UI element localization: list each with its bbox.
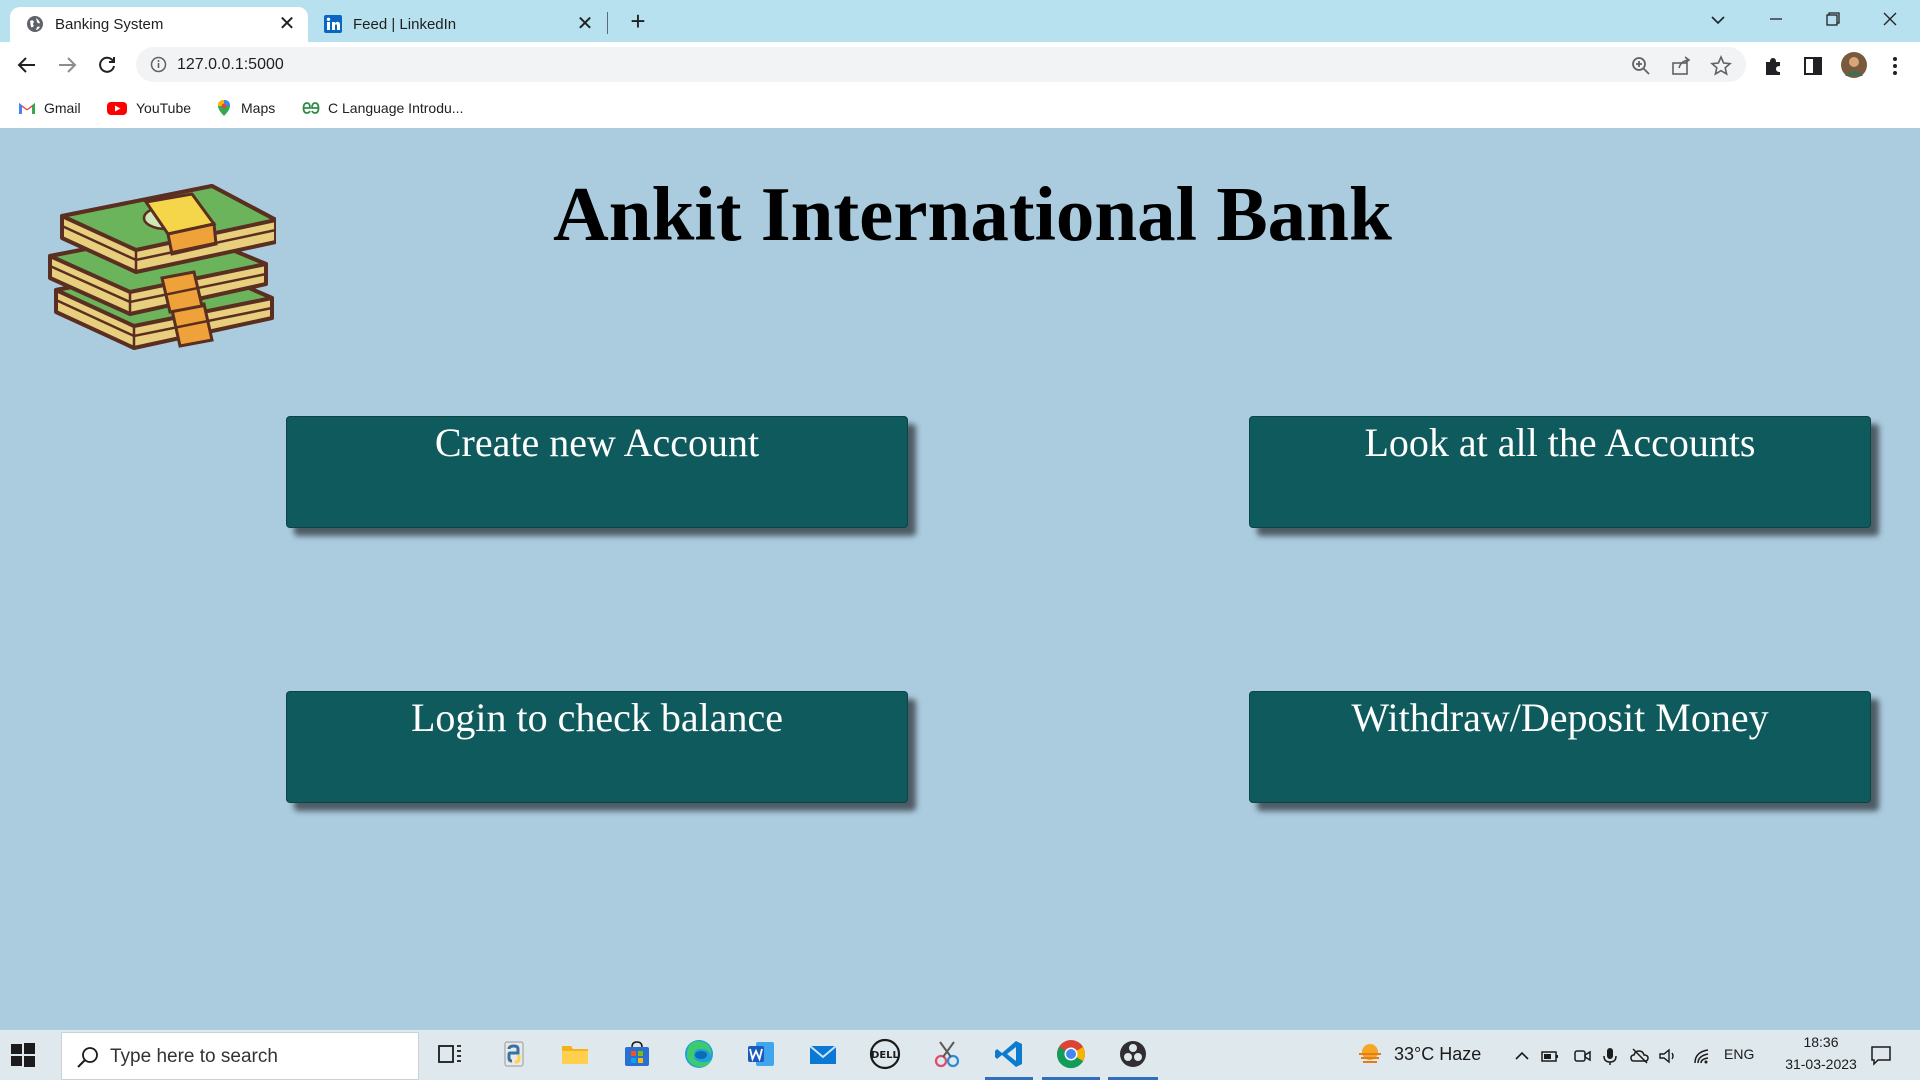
- battery-icon[interactable]: [1540, 1046, 1560, 1066]
- taskbar-search-box[interactable]: Type here to search: [61, 1032, 419, 1080]
- snipping-tool-icon[interactable]: [930, 1037, 964, 1071]
- profile-avatar[interactable]: [1840, 51, 1868, 79]
- bookmarks-bar: Gmail YouTube Maps C Language Introdu...: [0, 88, 1920, 128]
- tab-title: Banking System: [55, 16, 164, 33]
- bank-title: Ankit International Bank: [553, 171, 1392, 257]
- withdraw-deposit-button[interactable]: Withdraw/Deposit Money: [1249, 691, 1871, 803]
- menu-dots-icon[interactable]: [1884, 55, 1906, 77]
- bookmark-maps[interactable]: Maps: [215, 95, 275, 121]
- create-account-button[interactable]: Create new Account: [286, 416, 908, 528]
- info-icon[interactable]: [150, 56, 167, 73]
- bookmark-c-language[interactable]: C Language Introdu...: [302, 95, 463, 121]
- onedrive-icon[interactable]: [1630, 1046, 1650, 1066]
- search-icon: [77, 1047, 98, 1068]
- svg-text:DELL: DELL: [871, 1050, 900, 1061]
- close-tab-icon[interactable]: ✕: [574, 13, 596, 35]
- task-view-icon[interactable]: [433, 1037, 467, 1071]
- tab-banking-system[interactable]: Banking System ✕: [10, 7, 308, 42]
- maps-icon: [218, 100, 230, 116]
- bookmark-youtube[interactable]: YouTube: [106, 95, 191, 121]
- search-placeholder: Type here to search: [110, 1046, 278, 1067]
- volume-icon[interactable]: [1658, 1046, 1678, 1066]
- bookmark-label: Gmail: [44, 100, 81, 116]
- new-tab-button[interactable]: +: [624, 8, 652, 36]
- language-indicator[interactable]: ENG: [1724, 1046, 1754, 1062]
- word-icon[interactable]: [744, 1037, 778, 1071]
- url-text[interactable]: 127.0.0.1:5000: [177, 56, 284, 74]
- gmail-icon: [19, 103, 35, 114]
- extensions-icon[interactable]: [1762, 55, 1784, 77]
- zoom-icon[interactable]: [1630, 55, 1652, 77]
- youtube-icon: [107, 102, 127, 115]
- close-window-button[interactable]: [1870, 4, 1910, 34]
- file-explorer-icon[interactable]: [558, 1037, 592, 1071]
- mail-icon[interactable]: [806, 1037, 840, 1071]
- browser-toolbar: 127.0.0.1:5000: [0, 42, 1920, 88]
- tab-search-chevron-icon[interactable]: [1698, 4, 1738, 34]
- chrome-icon[interactable]: [1054, 1037, 1088, 1071]
- bookmark-label: Maps: [241, 100, 276, 116]
- windows-start-icon[interactable]: [10, 1042, 36, 1068]
- edge-browser-icon[interactable]: [682, 1037, 716, 1071]
- microphone-icon[interactable]: [1600, 1046, 1620, 1066]
- obs-icon[interactable]: [1116, 1037, 1150, 1071]
- tab-title: Feed | LinkedIn: [353, 16, 457, 33]
- reload-button[interactable]: [92, 50, 122, 80]
- microsoft-store-icon[interactable]: [620, 1037, 654, 1071]
- side-panel-icon[interactable]: [1802, 55, 1824, 77]
- minimize-button[interactable]: [1756, 4, 1796, 34]
- tab-linkedin[interactable]: Feed | LinkedIn ✕: [308, 7, 606, 42]
- tab-divider: [607, 12, 608, 34]
- clock-time[interactable]: 18:36: [1790, 1034, 1852, 1050]
- python-app-icon[interactable]: [497, 1037, 531, 1071]
- address-bar[interactable]: 127.0.0.1:5000: [136, 47, 1746, 82]
- wifi-icon[interactable]: [1692, 1046, 1712, 1066]
- clock-date[interactable]: 31-03-2023: [1768, 1056, 1874, 1072]
- show-hidden-icons-chevron-icon[interactable]: [1512, 1046, 1532, 1066]
- banking-page: Ankit International Bank Create new Acco…: [0, 128, 1920, 1030]
- dell-icon[interactable]: DELL: [868, 1037, 902, 1071]
- notifications-icon[interactable]: [1870, 1044, 1892, 1066]
- vscode-icon[interactable]: [992, 1037, 1026, 1071]
- browser-tab-strip: Banking System ✕ Feed | LinkedIn ✕ +: [0, 0, 1920, 42]
- bookmark-star-icon[interactable]: [1710, 55, 1732, 77]
- view-all-accounts-button[interactable]: Look at all the Accounts: [1249, 416, 1871, 528]
- login-check-balance-button[interactable]: Login to check balance: [286, 691, 908, 803]
- globe-icon: [27, 16, 43, 32]
- back-button[interactable]: [12, 50, 42, 80]
- close-tab-icon[interactable]: ✕: [276, 13, 298, 35]
- geeksforgeeks-icon: [302, 102, 320, 114]
- forward-button[interactable]: [52, 50, 82, 80]
- share-icon[interactable]: [1670, 55, 1692, 77]
- weather-text[interactable]: 33°C Haze: [1394, 1044, 1481, 1065]
- bookmark-label: C Language Introdu...: [328, 100, 464, 116]
- camera-icon[interactable]: [1572, 1046, 1592, 1066]
- bookmark-gmail[interactable]: Gmail: [18, 95, 81, 121]
- weather-haze-icon[interactable]: [1356, 1040, 1384, 1068]
- restore-button[interactable]: [1813, 4, 1853, 34]
- windows-taskbar: Type here to search DELL 33°C Haze ENG 1…: [0, 1030, 1920, 1080]
- linkedin-icon: [324, 15, 342, 33]
- bookmark-label: YouTube: [136, 100, 192, 116]
